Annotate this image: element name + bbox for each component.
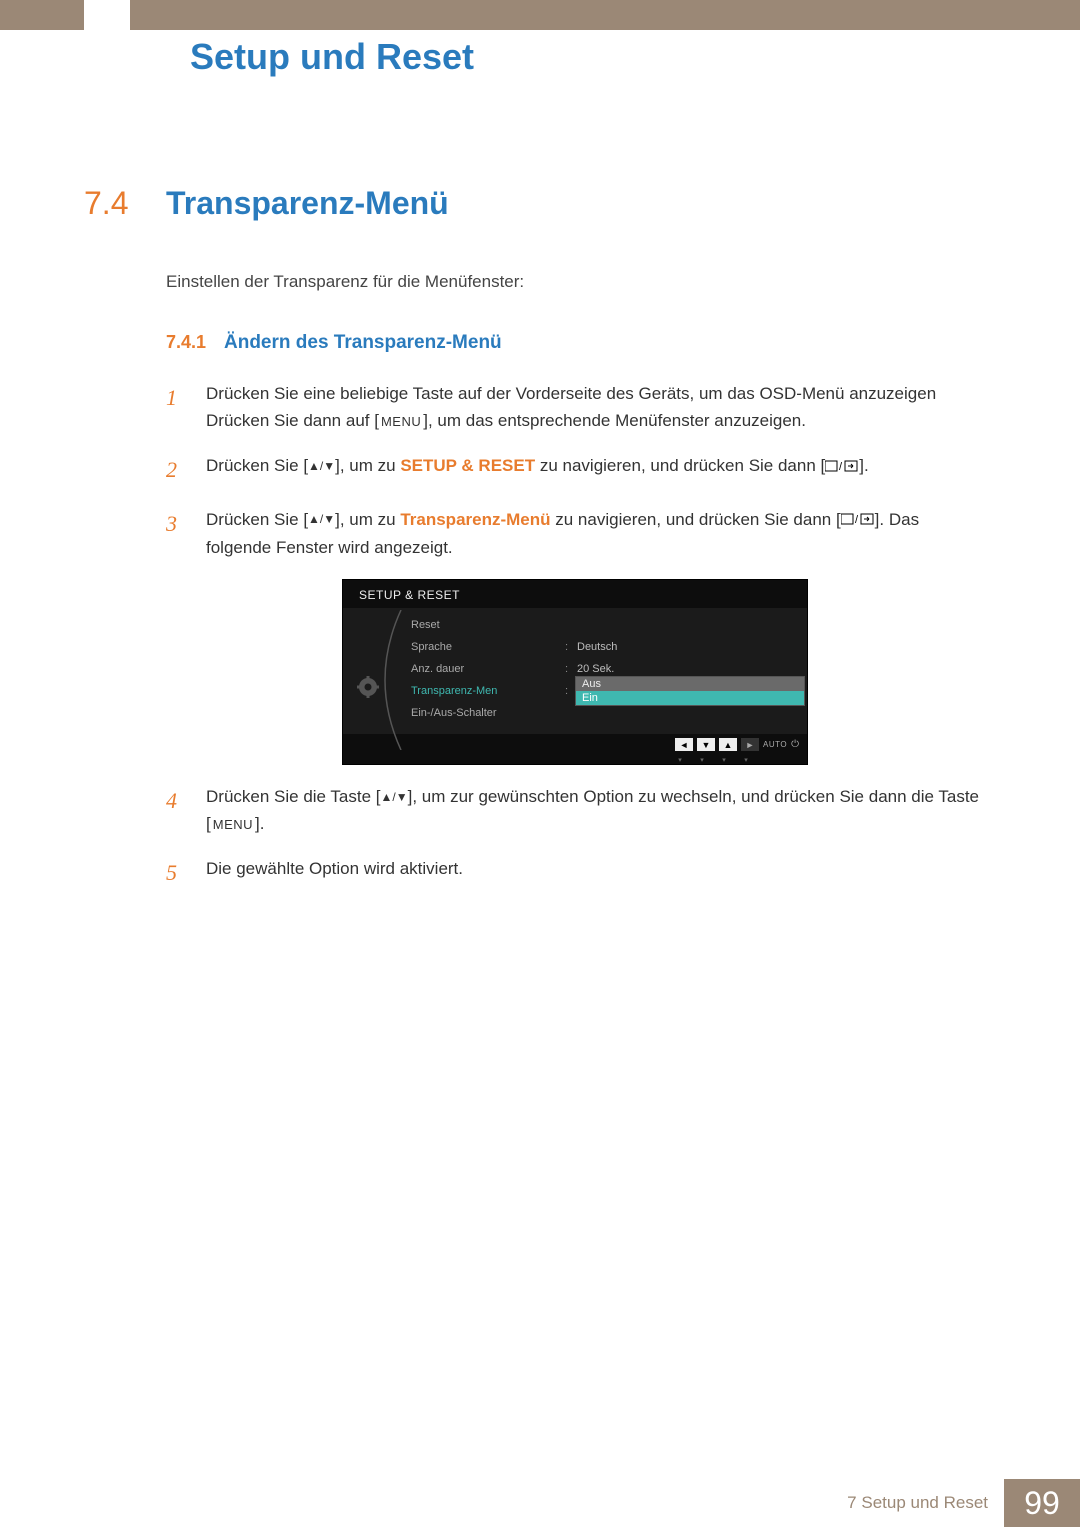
osd-header: SETUP & RESET	[343, 580, 807, 608]
text-fragment: ], um das entsprechende Menüfenster anzu…	[423, 411, 806, 430]
step-3: 3 Drücken Sie [▲/▼], um zu Transparenz-M…	[166, 506, 984, 561]
up-down-arrow-icon: ▲/▼	[381, 788, 408, 807]
osd-option-ein: Ein	[576, 691, 804, 705]
power-icon: ⏻	[791, 739, 799, 750]
chapter-title: Setup und Reset	[190, 36, 474, 78]
osd-nav-left-icon: ◄	[675, 738, 693, 751]
osd-values-column: :Deutsch :20 Sek. : Aus Ein	[565, 614, 807, 724]
gear-icon	[357, 676, 379, 698]
osd-val-sprache: Deutsch	[577, 641, 617, 653]
nav-target-bold: Transparenz-Menü	[400, 510, 550, 529]
osd-body: Reset Sprache Anz. dauer Transparenz-Men…	[343, 608, 807, 734]
step-4: 4 Drücken Sie die Taste [▲/▼], um zur ge…	[166, 783, 984, 837]
text-fragment: ].	[859, 456, 868, 475]
step-number: 5	[166, 855, 206, 890]
menu-button-label: MENU	[211, 815, 255, 836]
enter-icon: /	[841, 506, 875, 533]
page-footer: 7 Setup und Reset 99	[847, 1479, 1080, 1527]
step-number: 2	[166, 452, 206, 487]
text-fragment: Drücken Sie [	[206, 510, 308, 529]
osd-nav-right-icon: ►	[741, 738, 759, 751]
osd-nav-down-icon: ▼	[697, 738, 715, 751]
osd-row-transparenz: Transparenz-Men	[405, 685, 497, 697]
osd-row-anz-dauer: Anz. dauer	[405, 663, 464, 675]
section-heading: 7.4 Transparenz-Menü	[84, 185, 984, 222]
step-text: Drücken Sie [▲/▼], um zu Transparenz-Men…	[206, 506, 984, 561]
osd-dropdown: Aus Ein	[575, 676, 805, 706]
text-fragment: ].	[255, 814, 264, 833]
step-text: Drücken Sie eine beliebige Taste auf der…	[206, 380, 984, 434]
nav-target-bold: SETUP & RESET	[400, 456, 535, 475]
step-number: 4	[166, 783, 206, 837]
osd-val-anz: 20 Sek.	[577, 663, 614, 675]
osd-screenshot: SETUP & RESET Reset Sprache Anz. dauer	[342, 579, 808, 765]
osd-footer-sub: ▾▾▾▾	[343, 756, 807, 764]
step-number: 1	[166, 380, 206, 434]
section-number: 7.4	[84, 185, 166, 222]
osd-labels-column: Reset Sprache Anz. dauer Transparenz-Men…	[405, 614, 565, 724]
subsection-number: 7.4.1	[166, 332, 224, 353]
osd-auto-label: AUTO	[763, 740, 787, 749]
top-bar	[0, 0, 1080, 30]
footer-page-number: 99	[1004, 1479, 1080, 1527]
page-content: 7.4 Transparenz-Menü Einstellen der Tran…	[84, 185, 984, 908]
steps-list: 1 Drücken Sie eine beliebige Taste auf d…	[166, 380, 984, 890]
osd-option-aus: Aus	[576, 677, 804, 691]
top-tab	[84, 0, 130, 40]
osd-row-ein-aus: Ein-/Aus-Schalter	[405, 707, 497, 719]
step-text: Drücken Sie [▲/▼], um zu SETUP & RESET z…	[206, 452, 984, 487]
step-text: Drücken Sie die Taste [▲/▼], um zur gewü…	[206, 783, 984, 837]
footer-chapter-label: 7 Setup und Reset	[847, 1493, 1004, 1513]
step-number: 3	[166, 506, 206, 561]
step-text: Die gewählte Option wird aktiviert.	[206, 855, 984, 890]
text-fragment: ], um zu	[335, 510, 400, 529]
svg-text:/: /	[855, 514, 859, 525]
text-fragment: Drücken Sie die Taste [	[206, 787, 381, 806]
menu-button-label: MENU	[379, 412, 423, 433]
subsection-title: Ändern des Transparenz-Menü	[224, 332, 502, 354]
svg-text:/: /	[839, 461, 843, 472]
text-fragment: Drücken Sie [	[206, 456, 308, 475]
step-2: 2 Drücken Sie [▲/▼], um zu SETUP & RESET…	[166, 452, 984, 487]
osd-nav-up-icon: ▲	[719, 738, 737, 751]
text-fragment: zu navigieren, und drücken Sie dann [	[551, 510, 841, 529]
section-title: Transparenz-Menü	[166, 185, 449, 222]
section-intro: Einstellen der Transparenz für die Menüf…	[166, 272, 984, 292]
step-1: 1 Drücken Sie eine beliebige Taste auf d…	[166, 380, 984, 434]
text-fragment: ], um zu	[335, 456, 400, 475]
subsection-heading: 7.4.1 Ändern des Transparenz-Menü	[166, 332, 984, 354]
up-down-arrow-icon: ▲/▼	[308, 510, 335, 529]
text-fragment: zu navigieren, und drücken Sie dann [	[535, 456, 825, 475]
up-down-arrow-icon: ▲/▼	[308, 457, 335, 476]
step-5: 5 Die gewählte Option wird aktiviert.	[166, 855, 984, 890]
enter-icon: /	[825, 453, 859, 480]
